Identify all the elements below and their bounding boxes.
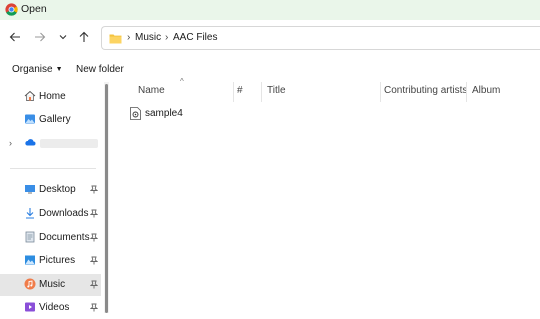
scrollbar-thumb[interactable] [105, 84, 108, 313]
caret-down-icon: ▼ [55, 66, 63, 73]
cloud-icon [25, 139, 36, 146]
home-icon [24, 90, 36, 101]
up-button[interactable] [75, 28, 93, 46]
chevron-right-icon: › [165, 32, 169, 43]
organise-button[interactable]: Organise ▼ [12, 64, 63, 75]
chrome-icon [5, 3, 18, 16]
sidebar-divider [10, 168, 96, 169]
arrow-right-icon [35, 32, 46, 42]
column-header-album[interactable]: Album [472, 85, 500, 96]
arrow-up-icon [79, 31, 89, 42]
column-header-contributing-artists[interactable]: Contributing artists [384, 85, 467, 96]
recent-locations-button[interactable] [54, 28, 72, 46]
pin-icon [90, 256, 98, 265]
address-bar[interactable]: › Music › AAC Files [101, 26, 540, 50]
pin-icon [90, 233, 98, 242]
pin-icon [90, 303, 98, 312]
sidebar-item-music[interactable]: Music [0, 274, 101, 296]
navigation-pane: Home Gallery › Desktop Downloads Documen… [0, 82, 104, 313]
sidebar-item-onedrive[interactable]: › [0, 132, 101, 154]
breadcrumb-music[interactable]: Music [135, 32, 161, 43]
back-button[interactable] [6, 28, 24, 46]
organise-label: Organise [12, 64, 53, 75]
folder-icon [109, 34, 122, 44]
chevron-right-icon[interactable]: › [9, 138, 12, 148]
sidebar-item-home[interactable]: Home [0, 86, 101, 108]
chevron-right-icon: › [127, 32, 131, 43]
videos-icon [25, 302, 35, 312]
column-header-number[interactable]: # [237, 85, 243, 96]
column-header-title[interactable]: Title [267, 85, 286, 96]
sort-ascending-icon: ^ [180, 77, 184, 86]
sidebar-item-label: Documents [39, 232, 90, 243]
sidebar-item-label: Videos [39, 302, 70, 313]
sidebar-item-videos[interactable]: Videos [0, 297, 101, 319]
documents-icon [25, 231, 35, 243]
forward-button[interactable] [31, 28, 49, 46]
download-icon [26, 208, 34, 219]
column-separator[interactable] [466, 82, 467, 102]
file-name: sample4 [145, 108, 183, 119]
arrow-left-icon [9, 32, 20, 42]
sidebar-item-label: Downloads [39, 208, 89, 219]
pin-icon [90, 209, 98, 218]
sidebar-item-label: Pictures [39, 255, 76, 266]
gallery-icon [25, 114, 35, 124]
account-name-redacted [40, 139, 98, 148]
music-icon [24, 278, 36, 290]
sidebar-item-desktop[interactable]: Desktop [0, 179, 101, 201]
sidebar-item-label: Desktop [39, 184, 76, 195]
audio-file-icon [130, 107, 141, 120]
sidebar-item-label: Music [39, 279, 66, 290]
chevron-down-icon [59, 35, 67, 40]
file-list: ^ Name # Title Contributing artists Albu… [110, 77, 540, 313]
sidebar-item-downloads[interactable]: Downloads [0, 203, 101, 225]
title-bar: Open [0, 0, 540, 20]
column-separator[interactable] [261, 82, 262, 102]
window-title: Open [21, 3, 47, 15]
column-header-name[interactable]: Name [138, 85, 165, 96]
sidebar-item-label: Gallery [39, 114, 71, 125]
column-separator[interactable] [380, 82, 381, 102]
pin-icon [90, 280, 98, 289]
command-bar: Organise ▼ New folder [0, 58, 540, 82]
breadcrumb-aac-files[interactable]: AAC Files [173, 32, 217, 43]
sidebar-item-pictures[interactable]: Pictures [0, 250, 101, 272]
column-separator[interactable] [233, 82, 234, 102]
sidebar-item-documents[interactable]: Documents [0, 227, 101, 249]
file-row[interactable]: sample4 [130, 106, 250, 122]
new-folder-button[interactable]: New folder [76, 64, 124, 75]
desktop-icon [25, 185, 35, 194]
pin-icon [90, 185, 98, 194]
pictures-icon [25, 255, 35, 265]
sidebar-scrollbar[interactable] [104, 82, 109, 313]
sidebar-item-label: Home [39, 91, 66, 102]
sidebar-item-gallery[interactable]: Gallery [0, 109, 101, 131]
